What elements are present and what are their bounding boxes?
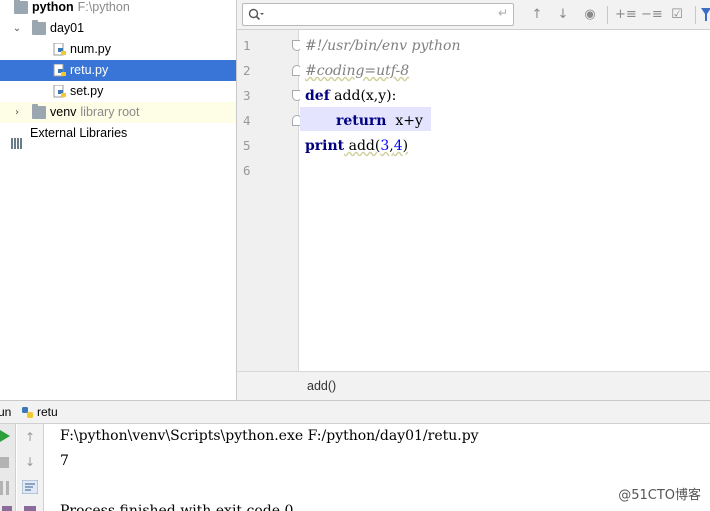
tree-file-label: set.py	[70, 84, 104, 98]
folder-icon	[32, 20, 46, 35]
search-box[interactable]: ↵	[242, 3, 514, 26]
tree-file-retu[interactable]: retu.py	[0, 60, 236, 81]
line-number: 1	[243, 38, 251, 53]
console-output[interactable]: F:\python\venv\Scripts\python.exe F:/pyt…	[45, 424, 710, 511]
line-number: 6	[243, 163, 251, 178]
pause-icon[interactable]	[0, 481, 9, 495]
breadcrumb-item[interactable]: add()	[307, 379, 336, 393]
arrow-down-icon[interactable]: ↓	[22, 454, 38, 470]
arrow-down-icon[interactable]: ↓	[553, 5, 573, 25]
find-usages-icon[interactable]: ◉	[580, 5, 600, 25]
tree-root-python[interactable]: python F:\python	[0, 0, 236, 18]
select-all-occurrences-icon[interactable]: ☑	[667, 5, 687, 25]
filter-icon[interactable]	[701, 8, 710, 22]
run-toolbar-column: ↑ ↓	[17, 424, 44, 511]
line-number: 2	[243, 63, 251, 78]
library-root-note: library root	[80, 105, 140, 119]
tree-folder-label: day01	[50, 21, 85, 35]
watermark: @51CTO博客	[618, 488, 701, 503]
enter-icon: ↵	[497, 6, 508, 20]
arrow-up-icon[interactable]: ↑	[527, 5, 547, 25]
tree-root-label: python	[32, 0, 74, 14]
tree-file-num[interactable]: num.py	[0, 39, 236, 60]
code-line-3: def add(x,y):	[305, 88, 397, 104]
stop-icon[interactable]	[0, 457, 9, 468]
python-file-icon	[53, 64, 66, 77]
tree-folder-label: venv	[50, 105, 77, 119]
breadcrumb: add()	[237, 371, 710, 400]
folder-icon	[32, 104, 46, 119]
soft-wrap-icon[interactable]	[22, 480, 38, 494]
dump-icon[interactable]	[2, 506, 12, 511]
toolbar-divider	[607, 6, 608, 24]
console-line: 7	[60, 453, 69, 469]
tree-root-path: F:\python	[77, 0, 130, 14]
editor-gutter: 1 2 3 4 5 6	[237, 30, 302, 371]
tree-libraries-label: External Libraries	[30, 126, 128, 140]
code-line-1: #!/usr/bin/env python	[305, 38, 461, 54]
python-file-icon	[53, 85, 66, 98]
editor-toolbar: ↵ ↑ ↓ ◉ +≡ −≡ ☑	[237, 0, 710, 30]
tree-file-label: retu.py	[70, 63, 109, 77]
search-input[interactable]	[269, 6, 489, 23]
toolbar-divider	[695, 6, 696, 24]
line-number: 5	[243, 138, 251, 153]
code-line-5: print add(3,4)	[305, 138, 409, 154]
add-occurrence-icon[interactable]: +≡	[615, 5, 637, 25]
project-tree-panel: python F:\python ⌄ day01 num.py retu.py s…	[0, 0, 237, 400]
run-actions-column	[0, 424, 16, 511]
rerun-icon[interactable]	[0, 430, 10, 442]
tree-file-label: num.py	[70, 42, 111, 56]
library-icon	[11, 128, 23, 149]
line-number: 3	[243, 88, 251, 103]
run-tab-retu[interactable]: retu	[37, 405, 58, 419]
tree-external-libraries[interactable]: External Libraries	[0, 123, 236, 149]
folder-icon	[14, 0, 28, 14]
console-line: F:\python\venv\Scripts\python.exe F:/pyt…	[60, 428, 479, 444]
print-icon[interactable]	[24, 506, 36, 511]
chevron-right-icon[interactable]: ›	[11, 102, 23, 123]
code-editor[interactable]: #!/usr/bin/env python #coding=utf-8 def …	[300, 30, 710, 371]
tree-folder-day01[interactable]: ⌄ day01	[0, 18, 236, 39]
code-line-2: #coding=utf-8	[305, 63, 410, 79]
chevron-down-icon[interactable]: ⌄	[11, 18, 23, 39]
python-file-icon	[53, 43, 66, 56]
console-line: Process finished with exit code 0	[60, 503, 294, 511]
tree-file-set[interactable]: set.py	[0, 81, 236, 102]
python-icon	[22, 407, 33, 418]
arrow-up-icon[interactable]: ↑	[22, 429, 38, 445]
tree-folder-venv[interactable]: › venv library root	[0, 102, 236, 123]
search-icon[interactable]	[248, 8, 264, 22]
remove-occurrence-icon[interactable]: −≡	[641, 5, 663, 25]
code-line-4: return x+y	[336, 113, 423, 129]
run-panel-header: un retu	[0, 400, 710, 424]
line-number: 4	[243, 113, 251, 128]
run-panel-title: un	[0, 405, 12, 419]
